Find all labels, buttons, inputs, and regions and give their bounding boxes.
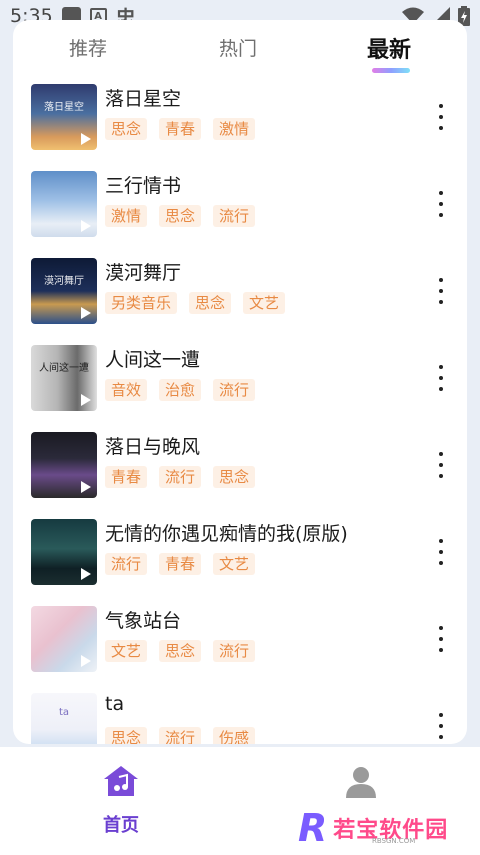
watermark-logo: R 若宝软件园 RBSGN.COM — [298, 809, 448, 847]
play-icon — [81, 481, 91, 493]
song-title: ta — [105, 693, 125, 715]
more-options-icon[interactable] — [431, 365, 451, 391]
tag[interactable]: 激情 — [105, 205, 148, 227]
play-icon — [81, 133, 91, 145]
tag[interactable]: 文艺 — [105, 640, 148, 662]
song-cover[interactable]: 人间这一遭 — [31, 345, 97, 411]
tag[interactable]: 青春 — [105, 466, 148, 488]
nav-home[interactable]: 首页 — [98, 765, 144, 837]
tag[interactable]: 治愈 — [159, 379, 202, 401]
song-title: 落日与晚风 — [105, 436, 201, 458]
song-cover[interactable]: 漠河舞厅 — [31, 258, 97, 324]
tab-recommend[interactable]: 推荐 — [69, 34, 107, 61]
tab-latest[interactable]: 最新 — [367, 32, 411, 64]
song-title: 人间这一遭 — [105, 349, 201, 371]
tab-active-indicator — [372, 68, 410, 73]
more-options-icon[interactable] — [431, 713, 451, 739]
more-options-icon[interactable] — [431, 452, 451, 478]
song-cover[interactable] — [31, 606, 97, 672]
watermark-url: RBSGN.COM — [372, 837, 416, 845]
tag[interactable]: 流行 — [105, 553, 148, 575]
tag[interactable]: 流行 — [213, 640, 256, 662]
cover-caption: 人间这一遭 — [39, 363, 89, 374]
tag[interactable]: 另类音乐 — [105, 292, 178, 314]
list-item[interactable]: 落日与晚风 青春 流行 思念 — [13, 430, 467, 517]
list-item[interactable]: 人间这一遭 人间这一遭 音效 治愈 流行 — [13, 343, 467, 430]
song-cover[interactable]: ta — [31, 693, 97, 744]
tag[interactable]: 青春 — [159, 553, 202, 575]
tag[interactable]: 思念 — [105, 118, 148, 140]
tag[interactable]: 流行 — [159, 466, 202, 488]
list-item[interactable]: 落日星空 落日星空 思念 青春 激情 — [13, 82, 467, 169]
cover-caption: 落日星空 — [44, 102, 84, 113]
tag-list: 流行 青春 文艺 — [105, 553, 256, 575]
play-icon — [81, 655, 91, 667]
more-options-icon[interactable] — [431, 626, 451, 652]
list-item[interactable]: 漠河舞厅 漠河舞厅 另类音乐 思念 文艺 — [13, 256, 467, 343]
song-title: 气象站台 — [105, 610, 182, 632]
list-item[interactable]: 气象站台 文艺 思念 流行 — [13, 604, 467, 691]
nav-home-label: 首页 — [103, 815, 139, 836]
tag[interactable]: 伤感 — [213, 727, 256, 744]
nav-profile[interactable] — [344, 765, 378, 799]
more-options-icon[interactable] — [431, 104, 451, 130]
song-cover[interactable] — [31, 171, 97, 237]
tag-list: 青春 流行 思念 — [105, 466, 256, 488]
tag-list: 思念 流行 伤感 — [105, 727, 256, 744]
watermark-r-icon: R — [298, 806, 328, 850]
tag[interactable]: 音效 — [105, 379, 148, 401]
play-icon — [81, 394, 91, 406]
user-icon — [346, 767, 376, 798]
home-music-icon — [104, 766, 138, 796]
tag[interactable]: 思念 — [159, 640, 202, 662]
song-cover[interactable] — [31, 432, 97, 498]
song-title: 三行情书 — [105, 175, 182, 197]
list-item[interactable]: 三行情书 激情 思念 流行 — [13, 169, 467, 256]
bottom-nav: 首页 R 若宝软件园 RBSGN.COM — [0, 747, 480, 855]
tag[interactable]: 思念 — [213, 466, 256, 488]
tag[interactable]: 文艺 — [243, 292, 286, 314]
more-options-icon[interactable] — [431, 191, 451, 217]
more-options-icon[interactable] — [431, 278, 451, 304]
tag-list: 文艺 思念 流行 — [105, 640, 256, 662]
tag-list: 另类音乐 思念 文艺 — [105, 292, 286, 314]
tag[interactable]: 流行 — [213, 379, 256, 401]
tag-list: 激情 思念 流行 — [105, 205, 256, 227]
play-icon — [81, 307, 91, 319]
tag[interactable]: 思念 — [105, 727, 148, 744]
tag[interactable]: 思念 — [159, 205, 202, 227]
song-list-card: 推荐 热门 最新 落日星空 落日星空 思念 青春 激情 三行情书 激情 思念 流… — [13, 20, 467, 744]
tag[interactable]: 文艺 — [213, 553, 256, 575]
more-options-icon[interactable] — [431, 539, 451, 565]
play-icon — [81, 220, 91, 232]
tag[interactable]: 青春 — [159, 118, 202, 140]
tag-list: 思念 青春 激情 — [105, 118, 256, 140]
song-cover[interactable] — [31, 519, 97, 585]
tag-list: 音效 治愈 流行 — [105, 379, 256, 401]
tag[interactable]: 流行 — [213, 205, 256, 227]
tab-bar: 推荐 热门 最新 — [13, 20, 467, 82]
tag[interactable]: 思念 — [189, 292, 232, 314]
tag[interactable]: 激情 — [213, 118, 256, 140]
song-cover[interactable]: 落日星空 — [31, 84, 97, 150]
cover-caption: ta — [58, 707, 70, 718]
list-item[interactable]: ta ta 思念 流行 伤感 — [13, 691, 467, 744]
tag[interactable]: 流行 — [159, 727, 202, 744]
tab-hot[interactable]: 热门 — [219, 34, 257, 61]
song-title: 落日星空 — [105, 88, 182, 110]
play-icon — [81, 568, 91, 580]
list-item[interactable]: 无情的你遇见痴情的我(原版) 流行 青春 文艺 — [13, 517, 467, 604]
cover-caption: 漠河舞厅 — [44, 276, 84, 287]
song-title: 无情的你遇见痴情的我(原版) — [105, 523, 348, 545]
song-title: 漠河舞厅 — [105, 262, 182, 284]
